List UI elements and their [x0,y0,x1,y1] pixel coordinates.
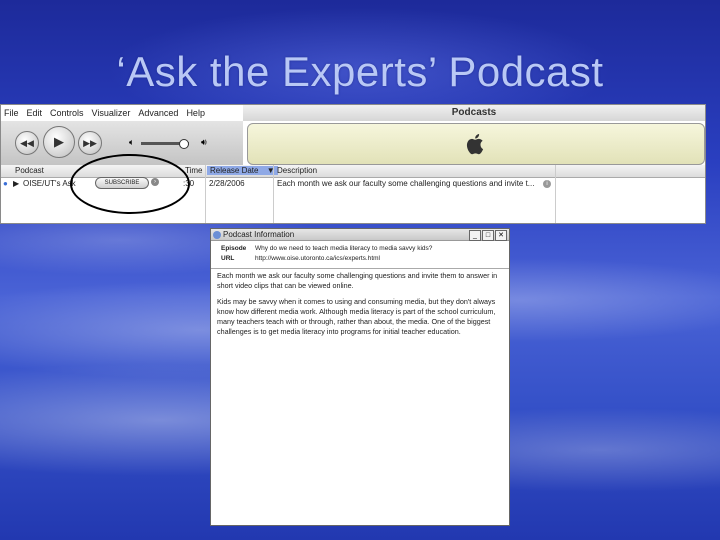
menu-bar: File Edit Controls Visualizer Advanced H… [1,105,246,121]
col-podcast[interactable]: Podcast [15,166,44,175]
dialog-title: Podcast Information [223,230,295,239]
previous-button[interactable]: ◀◀ [15,131,39,155]
row-description: Each month we ask our faculty some chall… [277,179,535,188]
podcast-name: OISE/UT's Ask [23,179,76,188]
highlight-circle [70,154,190,214]
episode-meta: Episode Why do we need to teach media li… [211,242,509,269]
row-release-date: 2/28/2006 [209,179,245,188]
play-button[interactable]: ▶ [43,126,75,158]
col-release-date[interactable]: Release Date ▼ [207,166,278,175]
dialog-description: Each month we ask our faculty some chall… [217,271,503,343]
description-paragraph-2: Kids may be savvy when it comes to using… [217,297,496,336]
col-description[interactable]: Description [277,166,317,175]
menu-controls[interactable]: Controls [50,108,84,118]
volume-knob[interactable] [179,139,189,149]
volume-slider[interactable] [141,139,189,149]
minimize-button[interactable]: _ [469,230,481,241]
close-icon: ✕ [498,232,504,239]
maximize-button[interactable]: □ [482,230,494,241]
apple-logo-icon [466,134,484,155]
menu-file[interactable]: File [4,108,19,118]
minimize-icon: _ [473,232,477,239]
window-title: Podcasts [243,105,705,121]
fast-forward-icon: ▶▶ [83,137,97,148]
maximize-icon: □ [485,232,491,239]
volume-high-icon: 🔊︎ [201,137,207,147]
slide-title: ‘Ask the Experts’ Podcast [116,48,604,95]
rewind-icon: ◀◀ [20,137,34,148]
menu-advanced[interactable]: Advanced [138,108,178,118]
description-paragraph-1: Each month we ask our faculty some chall… [217,271,498,290]
info-icon[interactable]: i [543,180,551,188]
menu-help[interactable]: Help [186,108,205,118]
menu-edit[interactable]: Edit [27,108,43,118]
episode-label: Episode [221,245,247,252]
menu-visualizer[interactable]: Visualizer [92,108,131,118]
next-button[interactable]: ▶▶ [78,131,102,155]
close-button[interactable]: ✕ [495,230,507,241]
url-label: URL [221,255,235,262]
episode-value: Why do we need to teach media literacy t… [255,245,433,252]
dialog-app-icon [213,231,221,239]
status-display [247,123,705,165]
play-icon: ▶ [54,134,64,149]
blue-dot-icon: ● [3,179,8,188]
expand-triangle-icon[interactable]: ▶ [13,179,19,188]
podcast-info-dialog: Podcast Information _ □ ✕ Episode Why do… [210,228,510,526]
volume-low-icon: 🔈︎ [129,137,135,147]
url-value[interactable]: http://www.oise.utoronto.ca/ics/experts.… [255,255,380,262]
col-time[interactable]: Time [185,166,202,175]
dialog-title-bar: Podcast Information [211,229,509,241]
